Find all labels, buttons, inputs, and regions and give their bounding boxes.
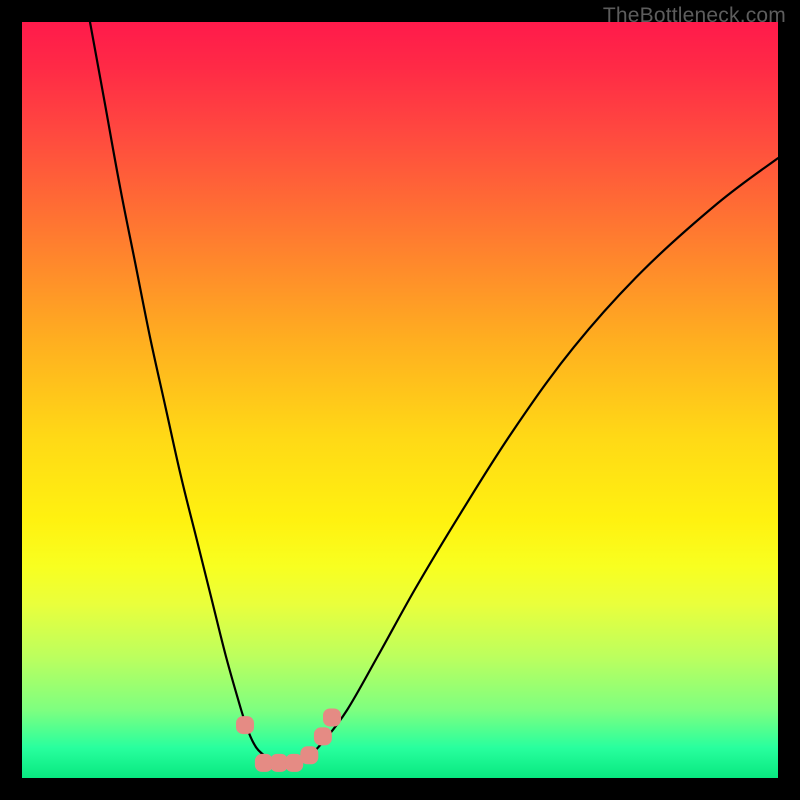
marker-dot: [300, 746, 318, 764]
marker-dot: [323, 709, 341, 727]
marker-dot: [236, 716, 254, 734]
left-branch: [90, 22, 279, 763]
marker-dot: [314, 727, 332, 745]
chart-area: [22, 22, 778, 778]
chart-svg: [22, 22, 778, 778]
right-branch: [279, 158, 778, 763]
